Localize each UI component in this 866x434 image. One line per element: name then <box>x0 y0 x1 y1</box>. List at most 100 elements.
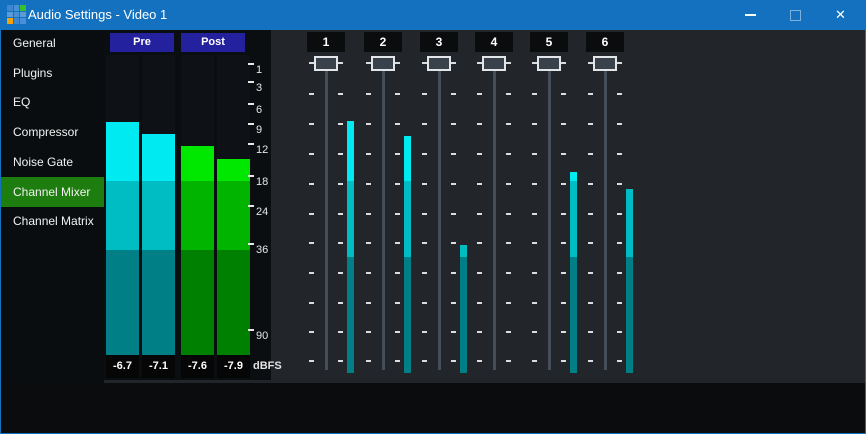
channel-slider-track-5[interactable] <box>548 57 551 370</box>
slider-tick <box>588 213 593 215</box>
channel-header-6: 6 <box>586 32 624 52</box>
slider-tick <box>422 153 427 155</box>
slider-tick <box>506 123 511 125</box>
slider-tick <box>451 62 456 64</box>
slider-tick <box>532 272 537 274</box>
channel-slider-handle-5[interactable] <box>537 56 561 71</box>
slider-tick <box>309 153 314 155</box>
slider-tick <box>561 123 566 125</box>
slider-tick <box>309 302 314 304</box>
slider-tick <box>395 123 400 125</box>
channel-header-1: 1 <box>307 32 345 52</box>
sidebar-item-noise-gate[interactable]: Noise Gate <box>1 147 104 177</box>
slider-tick <box>588 242 593 244</box>
scale-label-1: 1 <box>256 62 262 78</box>
channel-slider-track-2[interactable] <box>382 57 385 370</box>
slider-tick <box>309 93 314 95</box>
channel-header-4: 4 <box>475 32 513 52</box>
slider-tick <box>422 331 427 333</box>
scale-label-9: 9 <box>256 122 262 138</box>
meter-well <box>142 55 175 373</box>
slider-tick <box>338 183 343 185</box>
meter-value-pre-2: -7.1 <box>142 355 175 378</box>
meter-well <box>106 55 139 373</box>
slider-tick <box>532 360 537 362</box>
slider-tick <box>395 62 400 64</box>
slider-tick <box>338 213 343 215</box>
channel-slider-handle-3[interactable] <box>427 56 451 71</box>
sidebar-item-compressor[interactable]: Compressor <box>1 117 104 147</box>
slider-tick <box>451 153 456 155</box>
slider-tick <box>395 331 400 333</box>
sidebar-item-plugins[interactable]: Plugins <box>1 58 104 88</box>
meter-bar-post-2 <box>217 159 250 373</box>
slider-tick <box>532 93 537 95</box>
scale-tick <box>248 123 254 125</box>
channel-meter-3 <box>460 245 467 373</box>
footer-bar: Close <box>1 383 865 433</box>
slider-tick <box>309 183 314 185</box>
slider-tick <box>338 153 343 155</box>
sidebar-item-channel-mixer[interactable]: Channel Mixer <box>1 177 104 207</box>
scale-label-18: 18 <box>256 174 268 190</box>
meter-group-label-post: Post <box>181 33 245 52</box>
slider-tick <box>617 62 622 64</box>
slider-tick <box>366 242 371 244</box>
scale-label-24: 24 <box>256 204 268 220</box>
channel-slider-handle-6[interactable] <box>593 56 617 71</box>
meter-well <box>181 55 214 373</box>
slider-tick <box>561 272 566 274</box>
slider-tick <box>338 123 343 125</box>
slider-tick <box>477 302 482 304</box>
meter-value-post-2: -7.9 <box>217 355 250 378</box>
channel-slider-track-4[interactable] <box>493 57 496 370</box>
slider-tick <box>451 331 456 333</box>
slider-tick <box>617 123 622 125</box>
slider-tick <box>309 242 314 244</box>
channel-slider-handle-4[interactable] <box>482 56 506 71</box>
meter-value-post-1: -7.6 <box>181 355 214 378</box>
slider-tick <box>561 331 566 333</box>
sidebar-item-channel-matrix[interactable]: Channel Matrix <box>1 206 104 236</box>
sidebar-item-general[interactable]: General <box>1 28 104 58</box>
channel-slider-handle-2[interactable] <box>371 56 395 71</box>
slider-tick <box>506 302 511 304</box>
close-window-button[interactable]: ✕ <box>818 0 863 30</box>
slider-tick <box>617 242 622 244</box>
slider-tick <box>422 302 427 304</box>
slider-tick <box>617 213 622 215</box>
slider-tick <box>309 123 314 125</box>
meter-bar-pre-1 <box>106 122 139 373</box>
slider-tick <box>506 183 511 185</box>
slider-tick <box>588 272 593 274</box>
slider-tick <box>532 242 537 244</box>
minimize-button[interactable] <box>728 0 773 30</box>
slider-tick <box>477 153 482 155</box>
slider-tick <box>309 331 314 333</box>
channel-slider-handle-1[interactable] <box>314 56 338 71</box>
dbfs-unit-label: dBFS <box>253 355 282 378</box>
channel-slider-track-1[interactable] <box>325 57 328 370</box>
slider-tick <box>338 360 343 362</box>
slider-tick <box>338 331 343 333</box>
sidebar-item-eq[interactable]: EQ <box>1 87 104 117</box>
channel-slider-track-3[interactable] <box>438 57 441 370</box>
slider-tick <box>561 302 566 304</box>
scale-tick <box>248 81 254 83</box>
slider-tick <box>338 93 343 95</box>
slider-tick <box>395 242 400 244</box>
slider-tick <box>588 123 593 125</box>
settings-sidebar: GeneralPluginsEQCompressorNoise GateChan… <box>1 30 104 383</box>
maximize-icon <box>790 10 801 21</box>
slider-tick <box>588 360 593 362</box>
slider-tick <box>588 302 593 304</box>
slider-tick <box>422 242 427 244</box>
slider-tick <box>617 153 622 155</box>
scale-tick <box>248 205 254 207</box>
slider-tick <box>561 213 566 215</box>
slider-tick <box>338 272 343 274</box>
channel-slider-track-6[interactable] <box>604 57 607 370</box>
slider-tick <box>338 242 343 244</box>
slider-tick <box>422 213 427 215</box>
slider-tick <box>532 302 537 304</box>
